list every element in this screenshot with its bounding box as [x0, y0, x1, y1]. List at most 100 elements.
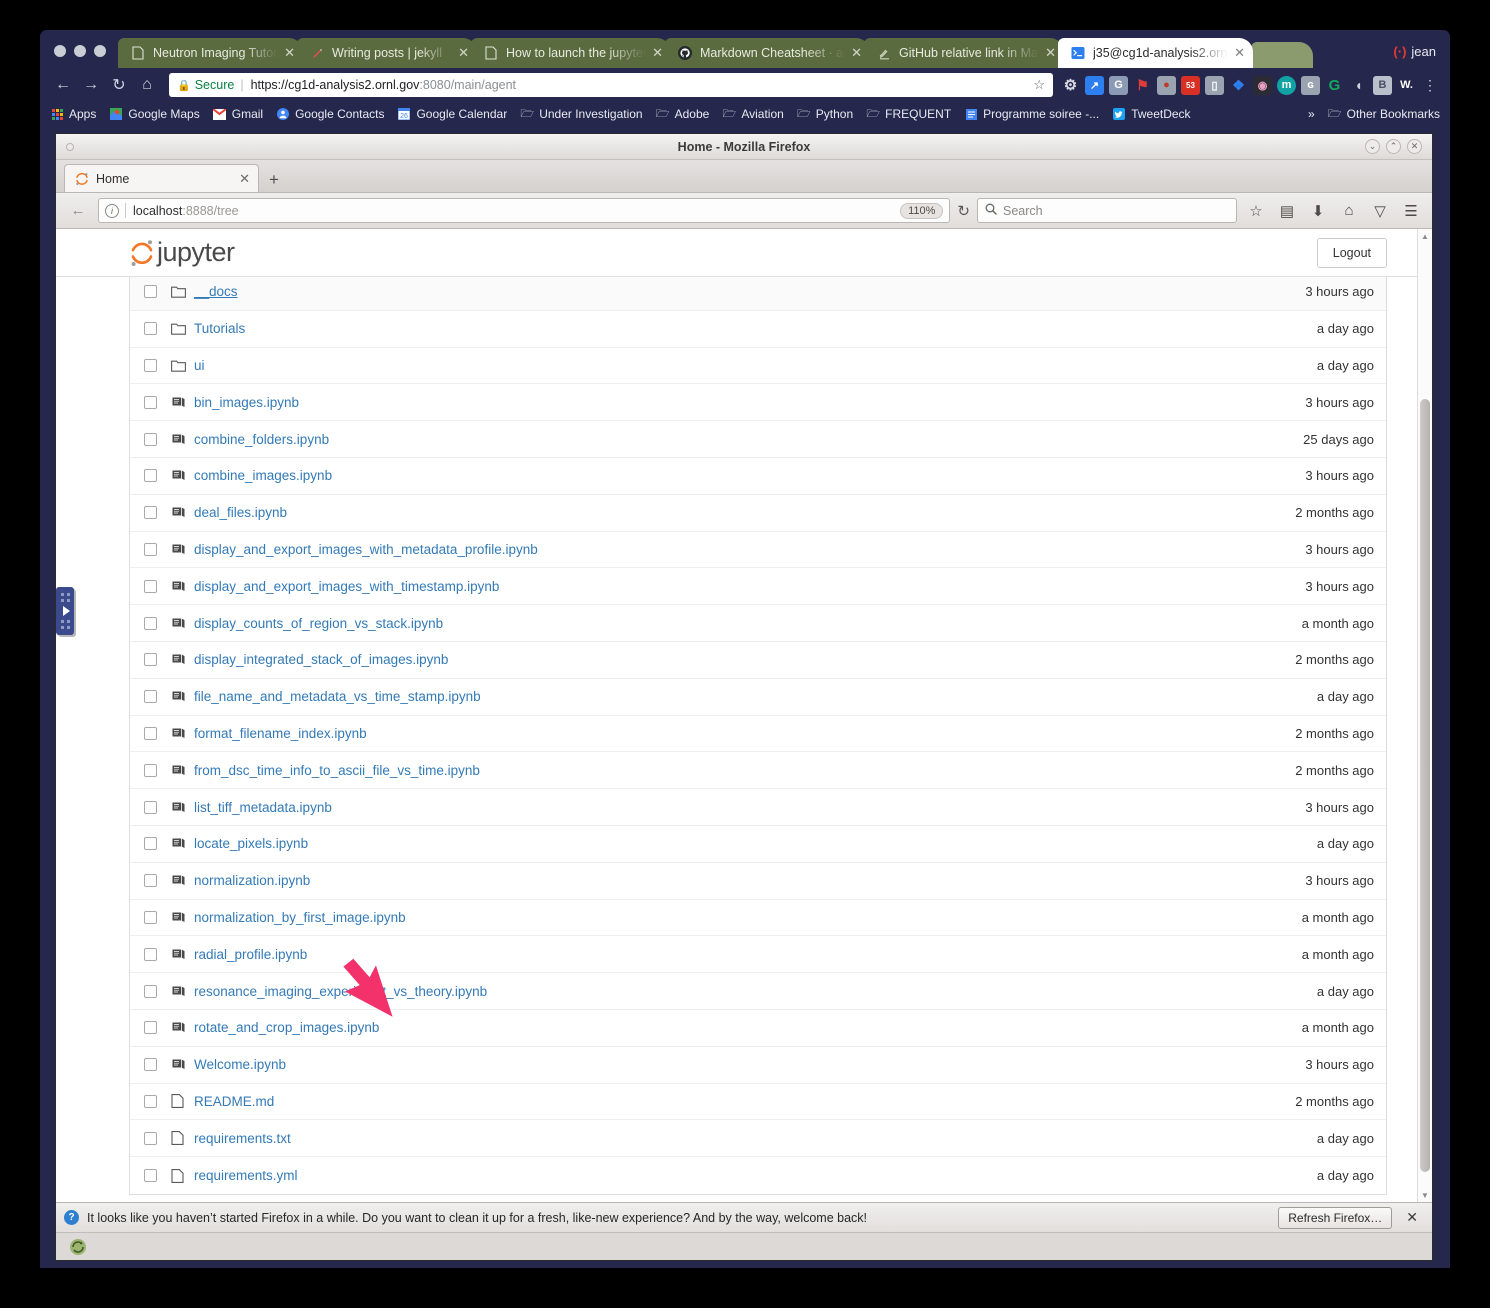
- bookmark-star-icon[interactable]: ☆: [1244, 202, 1268, 220]
- pocket-extension-icon[interactable]: ⚑: [1133, 76, 1152, 95]
- close-tab-icon[interactable]: ✕: [239, 171, 250, 187]
- hamburger-menu-icon[interactable]: ☰: [1399, 202, 1423, 220]
- bookmark-folder-adobe[interactable]: 🗁 Adobe: [656, 107, 710, 121]
- sidebar-drag-handle[interactable]: [56, 587, 74, 635]
- row-checkbox[interactable]: [144, 690, 157, 704]
- table-row[interactable]: Tutorials a day ago: [130, 311, 1386, 348]
- firefox-address-bar[interactable]: i localhost:8888/tree 110%: [98, 198, 951, 223]
- table-row[interactable]: README.md 2 months ago: [130, 1084, 1386, 1121]
- row-checkbox[interactable]: [144, 984, 157, 998]
- bookmark-folder-aviation[interactable]: 🗁 Aviation: [722, 107, 783, 121]
- row-checkbox[interactable]: [144, 395, 157, 409]
- table-row[interactable]: deal_files.ipynb 2 months ago: [130, 495, 1386, 532]
- close-tab-icon[interactable]: ✕: [851, 45, 862, 61]
- close-tab-icon[interactable]: ✕: [1234, 45, 1245, 61]
- file-name-link[interactable]: display_and_export_images_with_metadata_…: [194, 542, 1305, 557]
- info-circle-icon[interactable]: i: [105, 203, 119, 218]
- forward-button[interactable]: →: [77, 71, 105, 99]
- new-tab-button[interactable]: [1251, 42, 1313, 68]
- table-row[interactable]: Welcome.ipynb 3 hours ago: [130, 1047, 1386, 1084]
- back-button[interactable]: ←: [49, 71, 77, 99]
- table-row[interactable]: display_counts_of_region_vs_stack.ipynb a…: [130, 605, 1386, 642]
- row-checkbox[interactable]: [144, 616, 157, 630]
- minimize-window-dot[interactable]: [74, 45, 86, 57]
- pocket-save-icon[interactable]: ▽: [1368, 202, 1392, 220]
- table-row[interactable]: file_name_and_metadata_vs_time_stamp.ipy…: [130, 679, 1386, 716]
- table-row[interactable]: ui a day ago: [130, 348, 1386, 385]
- file-name-link[interactable]: locate_pixels.ipynb: [194, 836, 1317, 851]
- bookmark-google-maps[interactable]: Google Maps: [109, 107, 200, 121]
- chrome-tab-markdown-cheatsheet[interactable]: Markdown Cheatsheet · ad ✕: [665, 38, 870, 68]
- table-row[interactable]: list_tiff_metadata.ipynb 3 hours ago: [130, 789, 1386, 826]
- update-arrow-icon[interactable]: [68, 1237, 88, 1257]
- file-name-link[interactable]: normalization_by_first_image.ipynb: [194, 910, 1302, 925]
- scroll-up-arrow[interactable]: ▲: [1418, 229, 1432, 243]
- file-name-link[interactable]: normalization.ipynb: [194, 873, 1305, 888]
- refresh-firefox-button[interactable]: Refresh Firefox…: [1278, 1206, 1393, 1229]
- scrollbar-thumb[interactable]: [1420, 399, 1430, 1172]
- file-name-link[interactable]: file_name_and_metadata_vs_time_stamp.ipy…: [194, 689, 1317, 704]
- file-name-link[interactable]: display_and_export_images_with_timestamp…: [194, 579, 1305, 594]
- row-checkbox[interactable]: [144, 579, 157, 593]
- close-window-dot[interactable]: [54, 45, 66, 57]
- bookmark-tweetdeck[interactable]: TweetDeck: [1112, 107, 1191, 121]
- downloads-icon[interactable]: ⬇: [1306, 202, 1330, 220]
- table-row[interactable]: display_integrated_stack_of_images.ipynb…: [130, 642, 1386, 679]
- row-checkbox[interactable]: [144, 1021, 157, 1035]
- table-row[interactable]: __docs 3 hours ago: [130, 274, 1386, 311]
- close-tab-icon[interactable]: ✕: [652, 45, 663, 61]
- file-name-link[interactable]: radial_profile.ipynb: [194, 947, 1302, 962]
- table-row[interactable]: normalization.ipynb 3 hours ago: [130, 863, 1386, 900]
- row-checkbox[interactable]: [144, 837, 157, 851]
- row-checkbox[interactable]: [144, 1058, 157, 1072]
- star-icon[interactable]: ☆: [1033, 77, 1045, 93]
- table-row[interactable]: normalization_by_first_image.ipynb a mont…: [130, 900, 1386, 937]
- wikiwand-extension-icon[interactable]: W.: [1397, 76, 1416, 95]
- zoom-level-indicator[interactable]: 110%: [900, 202, 944, 219]
- row-checkbox[interactable]: [144, 763, 157, 777]
- gmail-checker-extension-icon[interactable]: 53: [1181, 75, 1200, 95]
- bookmark-google-contacts[interactable]: Google Contacts: [276, 107, 384, 121]
- file-name-link[interactable]: README.md: [194, 1094, 1295, 1109]
- file-name-link[interactable]: Welcome.ipynb: [194, 1057, 1305, 1072]
- row-checkbox[interactable]: [144, 874, 157, 888]
- file-name-link[interactable]: list_tiff_metadata.ipynb: [194, 800, 1305, 815]
- chrome-tab-j35-cg1d-analysis2[interactable]: j35@cg1d-analysis2.ornl.g ✕: [1058, 38, 1253, 68]
- row-checkbox[interactable]: [144, 469, 157, 483]
- table-row[interactable]: combine_folders.ipynb 25 days ago: [130, 421, 1386, 458]
- colorpicker-extension-icon[interactable]: ◉: [1253, 75, 1272, 95]
- file-name-link[interactable]: resonance_imaging_experiment_vs_theory.i…: [194, 984, 1317, 999]
- three-dot-menu-icon[interactable]: ⋮: [1421, 71, 1439, 99]
- bookmark-folder-frequent[interactable]: 🗁 FREQUENT: [866, 107, 951, 121]
- mendeley-extension-icon[interactable]: m: [1277, 75, 1296, 95]
- chrome-tab-github-relative-link[interactable]: GitHub relative link in Mark ✕: [864, 38, 1064, 68]
- reload-button[interactable]: ↻: [105, 71, 133, 99]
- file-name-link[interactable]: format_filename_index.ipynb: [194, 726, 1295, 741]
- row-checkbox[interactable]: [144, 322, 157, 336]
- home-icon[interactable]: ⌂: [1337, 202, 1361, 219]
- file-name-link[interactable]: rotate_and_crop_images.ipynb: [194, 1020, 1302, 1035]
- chrome-tab-how-to-launch-jupyter[interactable]: How to launch the jupyter ✕: [471, 38, 671, 68]
- close-tab-icon[interactable]: ✕: [1045, 45, 1056, 61]
- chrome-profile-button[interactable]: (·) jean: [1387, 44, 1450, 68]
- jupyter-logo[interactable]: jupyter: [129, 237, 235, 268]
- chrome-tab-writing-posts-jekyll[interactable]: Writing posts | jekyll ✕: [297, 38, 477, 68]
- close-notification-icon[interactable]: ✕: [1400, 1209, 1424, 1226]
- table-row[interactable]: rotate_and_crop_images.ipynb a month ago: [130, 1010, 1386, 1047]
- window-traffic-lights[interactable]: [40, 45, 118, 68]
- bookmark-programme-soiree[interactable]: Programme soiree -...: [964, 107, 1099, 121]
- file-name-link[interactable]: combine_images.ipynb: [194, 468, 1305, 483]
- bitly-extension-icon[interactable]: B: [1373, 75, 1392, 95]
- scroll-down-arrow[interactable]: ▼: [1418, 1188, 1432, 1202]
- reload-button[interactable]: ↻: [957, 202, 970, 220]
- row-checkbox[interactable]: [144, 542, 157, 556]
- address-bar[interactable]: 🔒 Secure | https://cg1d-analysis2.ornl.g…: [169, 73, 1053, 97]
- file-name-link[interactable]: requirements.txt: [194, 1131, 1317, 1146]
- row-checkbox[interactable]: [144, 285, 157, 299]
- row-checkbox[interactable]: [144, 358, 157, 372]
- bookmark-folder-python[interactable]: 🗁 Python: [797, 107, 853, 121]
- library-icon[interactable]: ▤: [1275, 202, 1299, 220]
- table-row[interactable]: radial_profile.ipynb a month ago: [130, 936, 1386, 974]
- table-row[interactable]: resonance_imaging_experiment_vs_theory.i…: [130, 973, 1386, 1010]
- table-row[interactable]: from_dsc_time_info_to_ascii_file_vs_time…: [130, 752, 1386, 790]
